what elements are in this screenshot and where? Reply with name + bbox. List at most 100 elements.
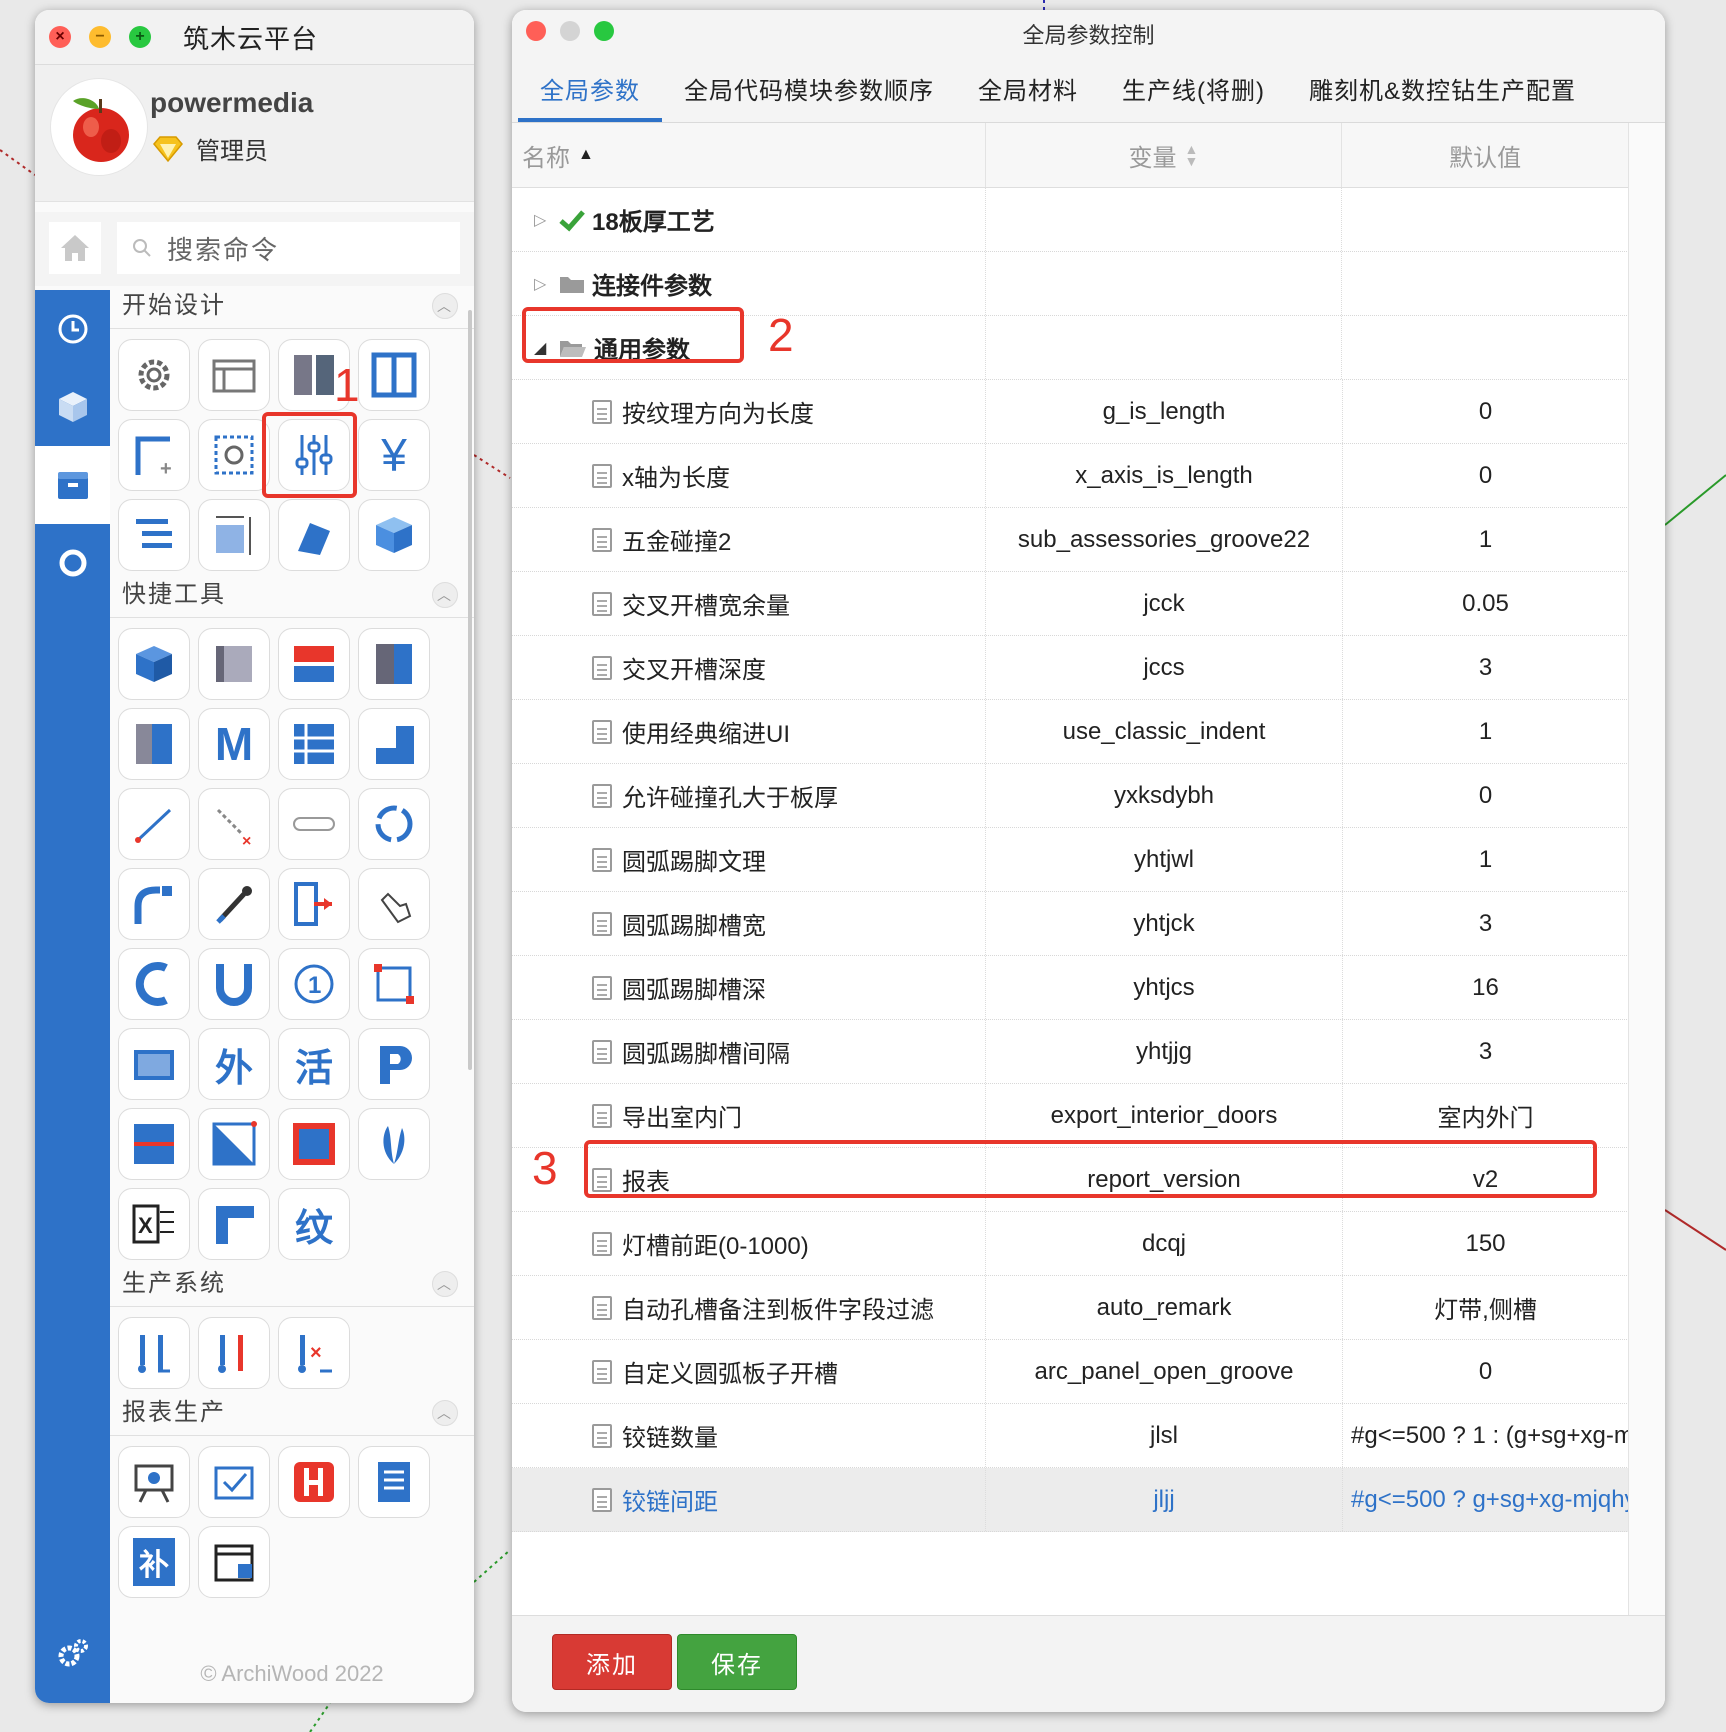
eyedropper-tool[interactable] — [198, 868, 270, 940]
supplement-tool[interactable]: 补 — [118, 1526, 190, 1598]
param-default-value[interactable]: 0 — [1343, 380, 1629, 443]
table-row[interactable]: 铰链数量 jlsl #g<=500 ? 1 : (g+sg+xg-m — [512, 1404, 1629, 1468]
param-variable[interactable]: sub_assessories_groove22 — [986, 508, 1343, 571]
table-row[interactable]: 灯槽前距(0-1000) dcqj 150 — [512, 1212, 1629, 1276]
cube-tool[interactable] — [118, 628, 190, 700]
param-default-value[interactable]: 3 — [1343, 1020, 1629, 1083]
table-row[interactable]: 圆弧踢脚槽深 yhtjcs 16 — [512, 956, 1629, 1020]
param-default-value[interactable]: #g<=500 ? 1 : (g+sg+xg-m — [1343, 1404, 1629, 1467]
list-tool[interactable] — [118, 499, 190, 571]
leaf-tool[interactable] — [358, 1108, 430, 1180]
m-tool[interactable]: M — [198, 708, 270, 780]
tab-production-line[interactable]: 生产线(将删) — [1100, 71, 1287, 122]
avatar[interactable] — [51, 79, 147, 175]
param-variable[interactable]: jljj — [986, 1468, 1343, 1531]
rotate-tool[interactable] — [358, 788, 430, 860]
c-shape-tool[interactable] — [118, 948, 190, 1020]
production-x-tool[interactable]: × — [278, 1317, 350, 1389]
tab-module-order[interactable]: 全局代码模块参数顺序 — [662, 71, 956, 122]
param-name-cell[interactable]: 按纹理方向为长度 — [512, 380, 986, 443]
param-variable[interactable]: export_interior_doors — [986, 1084, 1343, 1147]
table-row[interactable]: 允许碰撞孔大于板厚 yxksdybh 0 — [512, 764, 1629, 828]
expand-arrow-icon[interactable]: ▷ — [534, 210, 552, 230]
param-variable[interactable]: jlsl — [986, 1404, 1343, 1467]
expand-arrow-icon[interactable]: ▷ — [534, 274, 552, 294]
double-door-tool[interactable] — [118, 708, 190, 780]
save-button[interactable]: 保存 — [677, 1634, 797, 1690]
sidebar-item-model[interactable] — [35, 368, 110, 446]
param-name-cell[interactable]: 圆弧踢脚文理 — [512, 828, 986, 891]
table-row[interactable]: 自定义圆弧板子开槽 arc_panel_open_groove 0 — [512, 1340, 1629, 1404]
maximize-icon[interactable]: + — [129, 26, 151, 48]
param-variable[interactable]: yxksdybh — [986, 764, 1343, 827]
corners-tool[interactable] — [358, 948, 430, 1020]
diagonal-tool[interactable] — [198, 1108, 270, 1180]
side-panel-tool[interactable] — [198, 628, 270, 700]
p-tool[interactable] — [358, 1028, 430, 1100]
excel-tool[interactable]: X — [118, 1188, 190, 1260]
param-default-value[interactable]: #g<=500 ? g+sg+xg-mjqhy — [1343, 1468, 1629, 1531]
price-tool[interactable]: ¥ — [358, 419, 430, 491]
table-row[interactable]: 铰链间距 jljj #g<=500 ? g+sg+xg-mjqhy — [512, 1468, 1629, 1532]
tab-global-params[interactable]: 全局参数 — [518, 71, 662, 122]
param-default-value[interactable]: 0 — [1343, 764, 1629, 827]
param-variable[interactable]: yhtjck — [986, 892, 1343, 955]
param-name-cell[interactable]: x轴为长度 — [512, 444, 986, 507]
export-tool[interactable] — [278, 868, 350, 940]
section-report-production[interactable]: 报表生产 ︿ — [110, 1397, 474, 1435]
param-default-value[interactable]: 0 — [1343, 444, 1629, 507]
production-line-tool[interactable] — [118, 1317, 190, 1389]
param-default-value[interactable]: 1 — [1343, 700, 1629, 763]
param-name-cell[interactable]: 使用经典缩进UI — [512, 700, 986, 763]
checklist-tool[interactable] — [198, 1446, 270, 1518]
table-row[interactable]: 圆弧踢脚文理 yhtjwl 1 — [512, 828, 1629, 892]
param-variable[interactable]: x_axis_is_length — [986, 444, 1343, 507]
param-name-cell[interactable]: 五金碰撞2 — [512, 508, 986, 571]
param-default-value[interactable]: 0 — [1343, 1340, 1629, 1403]
table-row[interactable]: 使用经典缩进UI use_classic_indent 1 — [512, 700, 1629, 764]
table-row[interactable]: 圆弧踢脚槽间隔 yhtjjg 3 — [512, 1020, 1629, 1084]
column-header-variable[interactable]: 变量 ▲ ▼ — [986, 123, 1343, 187]
param-variable[interactable]: dcqj — [986, 1212, 1343, 1275]
table-row[interactable]: 按纹理方向为长度 g_is_length 0 — [512, 380, 1629, 444]
param-variable[interactable]: arc_panel_open_groove — [986, 1340, 1343, 1403]
number-tool[interactable]: 1 — [278, 948, 350, 1020]
param-variable[interactable]: yhtjwl — [986, 828, 1343, 891]
box-settings-tool[interactable] — [198, 419, 270, 491]
calendar-tool[interactable] — [198, 1526, 270, 1598]
param-name-cell[interactable]: 导出室内门 — [512, 1084, 986, 1147]
column-header-name[interactable]: 名称 ▲ — [512, 123, 986, 187]
production-red-tool[interactable] — [198, 1317, 270, 1389]
material-tool[interactable] — [278, 499, 350, 571]
param-default-value[interactable]: 3 — [1343, 892, 1629, 955]
table-scrollbar[interactable] — [1628, 123, 1665, 1633]
param-name-cell[interactable]: 自定义圆弧板子开槽 — [512, 1340, 986, 1403]
param-variable[interactable]: jcck — [986, 572, 1343, 635]
param-name-cell[interactable]: 交叉开槽宽余量 — [512, 572, 986, 635]
sidebar-item-tools[interactable] — [35, 446, 110, 524]
search-input[interactable]: 搜索命令 — [117, 222, 460, 274]
resize-tool[interactable] — [198, 499, 270, 571]
param-name-cell[interactable]: 圆弧踢脚槽宽 — [512, 892, 986, 955]
param-name-cell[interactable]: 灯槽前距(0-1000) — [512, 1212, 986, 1275]
active-tool[interactable]: 活 — [278, 1028, 350, 1100]
param-default-value[interactable]: 3 — [1343, 636, 1629, 699]
param-variable[interactable]: yhtjcs — [986, 956, 1343, 1019]
table-row[interactable]: 自动孔槽备注到板件字段过滤 auto_remark 灯带,侧槽 — [512, 1276, 1629, 1340]
chevron-up-icon[interactable]: ︿ — [432, 1400, 458, 1426]
cabinet-tool[interactable] — [358, 339, 430, 411]
param-variable[interactable]: jccs — [986, 636, 1343, 699]
close-icon[interactable]: × — [49, 26, 71, 48]
group-row[interactable]: ▷ 18板厚工艺 — [512, 188, 1629, 252]
param-default-value[interactable]: 1 — [1343, 828, 1629, 891]
shelf-tool[interactable] — [278, 628, 350, 700]
param-default-value[interactable]: 室内外门 — [1343, 1084, 1629, 1147]
param-default-value[interactable]: 灯带,侧槽 — [1343, 1276, 1629, 1339]
frame-red-tool[interactable] — [278, 1108, 350, 1180]
param-default-value[interactable]: 0.05 — [1343, 572, 1629, 635]
tab-cnc-config[interactable]: 雕刻机&数控钻生产配置 — [1287, 71, 1598, 122]
home-button[interactable] — [49, 222, 101, 274]
table-row[interactable]: 五金碰撞2 sub_assessories_groove22 1 — [512, 508, 1629, 572]
param-name-cell[interactable]: 圆弧踢脚槽深 — [512, 956, 986, 1019]
param-default-value[interactable]: 16 — [1343, 956, 1629, 1019]
